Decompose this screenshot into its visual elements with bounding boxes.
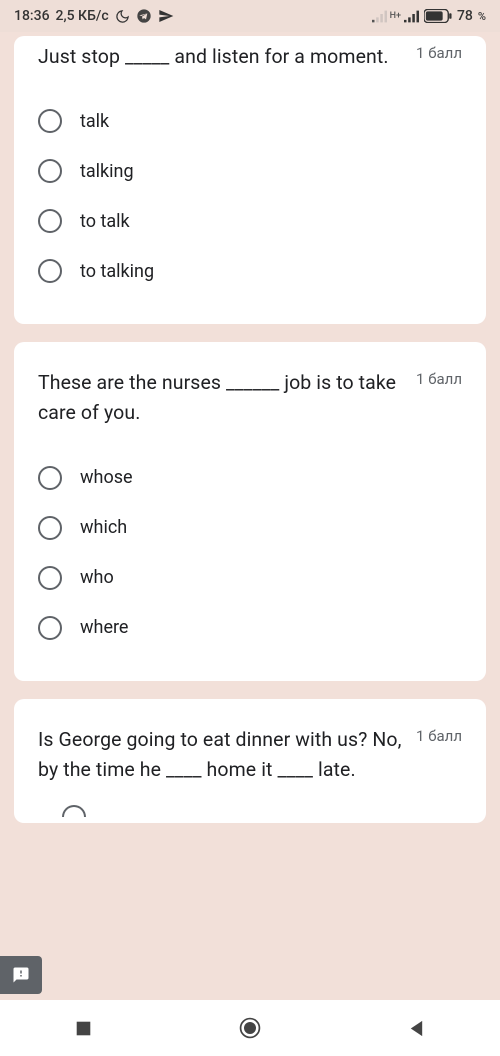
options-group [38,805,462,817]
form-content: Just stop _____ and listen for a moment.… [0,32,500,1000]
option-label: talking [80,161,134,182]
signal-weak-icon [372,10,387,23]
option-item[interactable]: to talking [38,246,462,296]
option-item[interactable]: where [38,603,462,653]
status-data-rate: 2,5 КБ/с [56,8,109,24]
battery-percent: 78 [457,8,473,24]
question-card: Is George going to eat dinner with us? N… [14,699,486,823]
question-points: 1 балл [416,368,462,388]
square-icon [75,1020,92,1037]
nav-recent-button[interactable] [48,1008,118,1048]
option-item[interactable]: who [38,553,462,603]
report-button[interactable] [0,956,42,994]
status-bar: 18:36 2,5 КБ/с H+ 78 % [0,0,500,32]
option-label: talk [80,111,109,132]
option-item[interactable]: talking [38,146,462,196]
status-time: 18:36 [14,8,50,24]
radio-icon [38,466,62,490]
option-label: to talking [80,261,154,282]
option-label: which [80,517,127,538]
navigation-bar [0,1000,500,1056]
question-text: Is George going to eat dinner with us? N… [38,725,404,785]
radio-icon [38,516,62,540]
options-group: talk talking to talk to talking [38,96,462,296]
question-text: These are the nurses ______ job is to ta… [38,368,404,428]
network-label: H+ [390,11,401,21]
radio-icon [38,616,62,640]
battery-unit: % [478,10,486,23]
status-right: H+ 78 % [372,8,486,24]
question-points: 1 балл [416,725,462,745]
question-points: 1 балл [416,42,462,62]
status-left: 18:36 2,5 КБ/с [14,8,174,24]
option-label: whose [80,467,133,488]
signal-icon [404,10,419,23]
nav-back-button[interactable] [382,1008,452,1048]
option-item[interactable]: talk [38,96,462,146]
option-label: who [80,567,114,588]
option-item[interactable]: whose [38,453,462,503]
option-item[interactable]: to talk [38,196,462,246]
radio-icon [38,209,62,233]
telegram-circle-icon [136,8,152,24]
alert-icon [12,966,30,984]
battery-icon [424,9,452,23]
radio-icon [38,159,62,183]
moon-icon [115,9,130,24]
question-card: Just stop _____ and listen for a moment.… [14,36,486,324]
option-label: where [80,617,128,638]
radio-icon [38,109,62,133]
radio-icon [38,259,62,283]
radio-icon [62,805,86,817]
send-icon [158,8,174,24]
question-text: Just stop _____ and listen for a moment. [38,42,404,72]
circle-icon [238,1016,262,1040]
question-card: These are the nurses ______ job is to ta… [14,342,486,680]
options-group: whose which who where [38,453,462,653]
option-item[interactable]: which [38,503,462,553]
triangle-left-icon [407,1019,426,1038]
option-label: to talk [80,211,130,232]
nav-home-button[interactable] [215,1008,285,1048]
radio-icon [38,566,62,590]
